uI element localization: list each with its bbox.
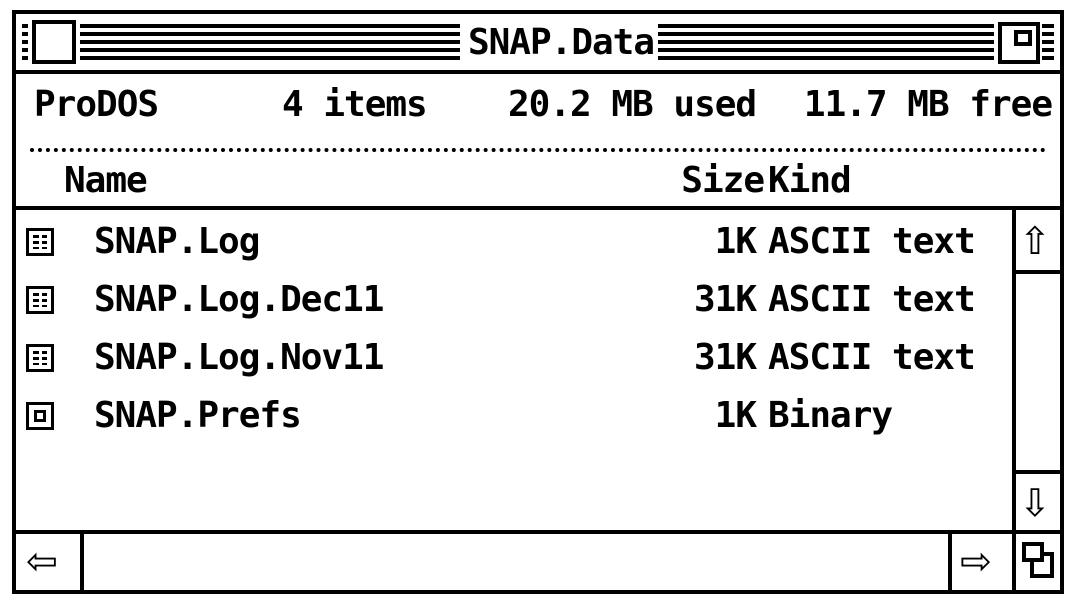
title-stripes bbox=[22, 24, 28, 62]
scroll-left-button[interactable]: ⇦ bbox=[16, 534, 84, 590]
scroll-right-arrow-icon: ⇨ bbox=[960, 539, 992, 583]
file-kind: ASCII text bbox=[768, 221, 976, 262]
column-headers: Name Size Kind bbox=[16, 158, 1060, 210]
item-count: 4 items bbox=[282, 84, 428, 125]
column-header-kind[interactable]: Kind bbox=[768, 158, 852, 204]
file-kind: Binary bbox=[768, 395, 893, 436]
file-size: 31K bbox=[693, 337, 757, 378]
scroll-down-button[interactable]: ⇩ bbox=[1016, 470, 1060, 530]
file-row[interactable]: SNAP.Log.Dec11 31K ASCII text bbox=[16, 272, 1012, 330]
scroll-left-arrow-icon: ⇦ bbox=[26, 539, 58, 583]
file-name: SNAP.Log.Nov11 bbox=[94, 337, 384, 378]
window-title: SNAP.Data bbox=[464, 20, 658, 66]
horizontal-scrollbar[interactable]: ⇦ ⇨ bbox=[16, 534, 1012, 594]
text-document-icon bbox=[26, 228, 54, 256]
file-name: SNAP.Prefs bbox=[94, 395, 302, 436]
info-bar: ProDOS 4 items 20.2 MB used 11.7 MB free bbox=[16, 74, 1060, 158]
text-document-icon bbox=[26, 344, 54, 372]
file-size: 31K bbox=[693, 279, 757, 320]
file-row[interactable]: SNAP.Prefs 1K Binary bbox=[16, 388, 1012, 446]
binary-document-icon bbox=[26, 402, 54, 430]
scroll-down-arrow-icon: ⇩ bbox=[1019, 481, 1051, 525]
file-kind: ASCII text bbox=[768, 337, 976, 378]
title-stripes bbox=[80, 24, 460, 62]
file-size: 1K bbox=[714, 395, 757, 436]
close-box-icon[interactable] bbox=[32, 20, 76, 64]
vertical-scrollbar[interactable]: ⇧ ⇩ bbox=[1012, 210, 1060, 534]
file-name: SNAP.Log.Dec11 bbox=[94, 279, 384, 320]
scroll-up-button[interactable]: ⇧ bbox=[1016, 210, 1060, 274]
file-size: 1K bbox=[714, 221, 757, 262]
finder-window: SNAP.Data ProDOS 4 items 20.2 MB used 11… bbox=[12, 10, 1064, 594]
file-row[interactable]: SNAP.Log.Nov11 31K ASCII text bbox=[16, 330, 1012, 388]
info-divider bbox=[30, 148, 1046, 152]
scroll-right-button[interactable]: ⇨ bbox=[948, 534, 1012, 590]
file-row[interactable]: SNAP.Log 1K ASCII text bbox=[16, 214, 1012, 272]
volume-format: ProDOS bbox=[34, 84, 159, 125]
title-stripes bbox=[658, 24, 994, 62]
file-name: SNAP.Log bbox=[94, 221, 260, 262]
file-kind: ASCII text bbox=[768, 279, 976, 320]
scroll-up-arrow-icon: ⇧ bbox=[1019, 219, 1051, 263]
title-stripes bbox=[1042, 24, 1054, 62]
file-list: SNAP.Log 1K ASCII text SNAP.Log.Dec11 31… bbox=[16, 210, 1012, 534]
space-used: 20.2 MB used bbox=[508, 84, 757, 125]
title-bar[interactable]: SNAP.Data bbox=[16, 14, 1060, 74]
zoom-box-icon[interactable] bbox=[998, 22, 1040, 64]
text-document-icon bbox=[26, 286, 54, 314]
space-free: 11.7 MB free bbox=[803, 84, 1053, 125]
grow-box-icon[interactable] bbox=[1012, 534, 1060, 590]
column-header-name[interactable]: Name bbox=[64, 158, 148, 204]
column-header-size[interactable]: Size bbox=[681, 158, 765, 204]
